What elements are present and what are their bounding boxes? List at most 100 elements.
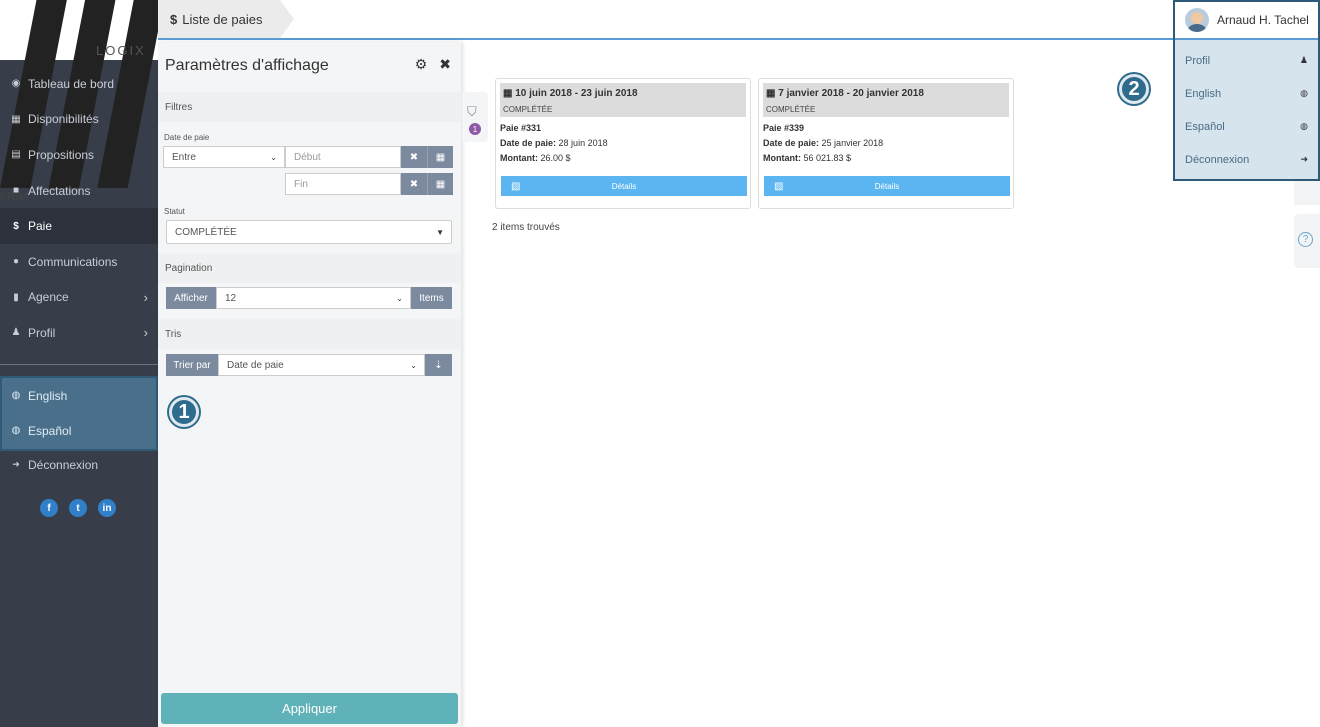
- sidebar-item-label: Propositions: [28, 147, 95, 162]
- user-menu-item-espanol[interactable]: Español ◍: [1175, 110, 1318, 143]
- pay-date-label: Date de paie:: [763, 138, 820, 148]
- user-menu-item-label: English: [1185, 87, 1222, 100]
- pay-card: ▦ 7 janvier 2018 - 20 janvier 2018 COMPL…: [758, 78, 1014, 209]
- gear-icon[interactable]: ⚙: [415, 56, 428, 73]
- sort-section-label: Tris: [158, 319, 461, 349]
- globe-icon: ◍: [11, 390, 21, 401]
- user-menu-toggle[interactable]: Arnaud H. Tachel: [1175, 2, 1318, 40]
- sidebar-item-profile[interactable]: ♟ Profil ›: [0, 315, 158, 351]
- calendar-icon: ▦: [766, 88, 779, 99]
- start-date-input[interactable]: Début: [285, 146, 401, 168]
- sidebar-item-pay[interactable]: $ Paie: [0, 208, 158, 244]
- sidebar-item-label: Déconnexion: [28, 457, 99, 472]
- dollar-icon: $: [13, 220, 19, 232]
- sidebar-item-label: Communications: [28, 254, 118, 269]
- sidebar-item-availability[interactable]: ▦ Disponibilités: [0, 102, 158, 138]
- sidebar-item-label: Tableau de bord: [28, 76, 115, 91]
- close-icon[interactable]: ✖: [439, 56, 451, 73]
- details-button[interactable]: ▧ Détails: [764, 176, 1010, 196]
- sidebar-item-english[interactable]: ◍ English: [2, 378, 156, 413]
- building-icon: ▮: [13, 291, 19, 303]
- sidebar-item-communications[interactable]: ● Communications: [0, 244, 158, 280]
- user-menu-item-label: Español: [1185, 120, 1225, 133]
- sidebar-item-dashboard[interactable]: ◉ Tableau de bord: [0, 66, 158, 102]
- logout-icon: ➜: [1300, 154, 1308, 164]
- pay-card-header: ▦ 7 janvier 2018 - 20 janvier 2018 COMPL…: [763, 83, 1009, 117]
- filter-toggle-tab[interactable]: ⛉ 1: [462, 92, 488, 142]
- sidebar-divider: [0, 364, 158, 365]
- sidebar-item-label: Profil: [28, 325, 56, 340]
- caret-down-icon: ▼: [436, 227, 444, 237]
- user-menu-item-english[interactable]: English ◍: [1175, 77, 1318, 110]
- sidebar-item-agency[interactable]: ▮ Agence ›: [0, 280, 158, 316]
- sidebar-language-group: ◍ English ◍ Español: [0, 376, 158, 451]
- user-menu-item-profile[interactable]: Profil ♟: [1175, 44, 1318, 77]
- filters-section-label: Filtres: [158, 92, 461, 122]
- pay-number: Paie #331: [500, 123, 542, 133]
- pdf-icon: ▧: [511, 180, 521, 192]
- clear-end-date-button[interactable]: ✖: [401, 173, 427, 195]
- avatar: [1185, 8, 1209, 32]
- callout-badge-2: 2: [1119, 74, 1149, 104]
- globe-icon: ◍: [1300, 121, 1308, 131]
- end-date-input[interactable]: Fin: [285, 173, 401, 195]
- sidebar-item-label: Español: [28, 423, 72, 438]
- date-range-operator-select[interactable]: Entre ⌄: [163, 146, 285, 168]
- show-label: Afficher: [166, 287, 216, 309]
- sidebar-item-assignments[interactable]: ■ Affectations: [0, 173, 158, 209]
- results-count: 2 items trouvés: [492, 222, 560, 233]
- dashboard-icon: ◉: [11, 78, 21, 90]
- sidebar-item-label: English: [28, 388, 68, 403]
- user-name: Arnaud H. Tachel: [1217, 13, 1309, 27]
- twitter-icon[interactable]: t: [69, 499, 87, 517]
- briefcase-icon: ■: [12, 185, 20, 197]
- pay-date-label: Date de paie:: [500, 138, 557, 148]
- user-menu-item-logout[interactable]: Déconnexion ➜: [1175, 143, 1318, 176]
- sort-direction-button[interactable]: ⇣: [425, 354, 452, 376]
- amount-value: 26.00 $: [540, 153, 571, 163]
- pay-card-header: ▦ 10 juin 2018 - 23 juin 2018 COMPLÉTÉE: [500, 83, 746, 117]
- pay-number: Paie #339: [763, 123, 805, 133]
- end-calendar-button[interactable]: ▦: [427, 173, 453, 195]
- user-icon: ♟: [11, 327, 21, 339]
- page-size-value: 12: [225, 292, 237, 304]
- pay-period-dates: 10 juin 2018 - 23 juin 2018: [515, 88, 638, 99]
- active-filter-count-badge: 1: [469, 123, 481, 135]
- help-tab[interactable]: ?: [1294, 214, 1320, 268]
- user-dropdown-menu: Arnaud H. Tachel Profil ♟ English ◍ Espa…: [1173, 0, 1320, 181]
- dollar-icon: $: [170, 11, 178, 27]
- calendar-icon: ▦: [11, 113, 21, 125]
- clear-start-date-button[interactable]: ✖: [401, 146, 427, 168]
- pay-date-label: Date de paie: [164, 133, 210, 142]
- start-calendar-button[interactable]: ▦: [427, 146, 453, 168]
- globe-icon: ◍: [11, 425, 21, 436]
- sidebar-nav: ◉ Tableau de bord ▦ Disponibilités ▤ Pro…: [0, 66, 158, 351]
- sidebar-item-proposals[interactable]: ▤ Propositions: [0, 137, 158, 173]
- chevron-down-icon: ⌄: [396, 293, 403, 303]
- pdf-icon: ▧: [774, 180, 784, 192]
- amount-label: Montant:: [763, 153, 801, 163]
- sidebar-item-espanol[interactable]: ◍ Español: [2, 413, 156, 448]
- amount-value: 56 021.83 $: [803, 153, 852, 163]
- sidebar-item-logout[interactable]: ➜ Déconnexion: [0, 452, 158, 477]
- side-tab[interactable]: [1294, 181, 1320, 205]
- breadcrumb[interactable]: $ Liste de paies: [158, 0, 295, 38]
- details-button[interactable]: ▧ Détails: [501, 176, 747, 196]
- user-menu-item-label: Profil: [1185, 54, 1211, 67]
- apply-button[interactable]: Appliquer: [161, 693, 458, 724]
- user-menu-item-label: Déconnexion: [1185, 153, 1250, 166]
- page-size-select[interactable]: 12 ⌄: [216, 287, 411, 309]
- linkedin-icon[interactable]: in: [98, 499, 116, 517]
- callout-badge-1: 1: [169, 397, 199, 427]
- help-icon: ?: [1298, 232, 1313, 247]
- facebook-icon[interactable]: f: [40, 499, 58, 517]
- filter-panel-title: Paramètres d'affichage: [165, 57, 329, 74]
- logo[interactable]: PRIM LOGIX: [0, 0, 165, 203]
- filter-panel: Paramètres d'affichage ⚙ ✖ Filtres Date …: [158, 42, 461, 727]
- status-select[interactable]: COMPLÉTÉE ▼: [166, 220, 452, 244]
- pagination-section-label: Pagination: [158, 253, 461, 283]
- logo-sub-text: LOGIX: [96, 43, 146, 58]
- sort-field-select[interactable]: Date de paie ⌄: [218, 354, 425, 376]
- sort-by-label: Trier par: [166, 354, 218, 376]
- sidebar-item-label: Affectations: [28, 183, 91, 198]
